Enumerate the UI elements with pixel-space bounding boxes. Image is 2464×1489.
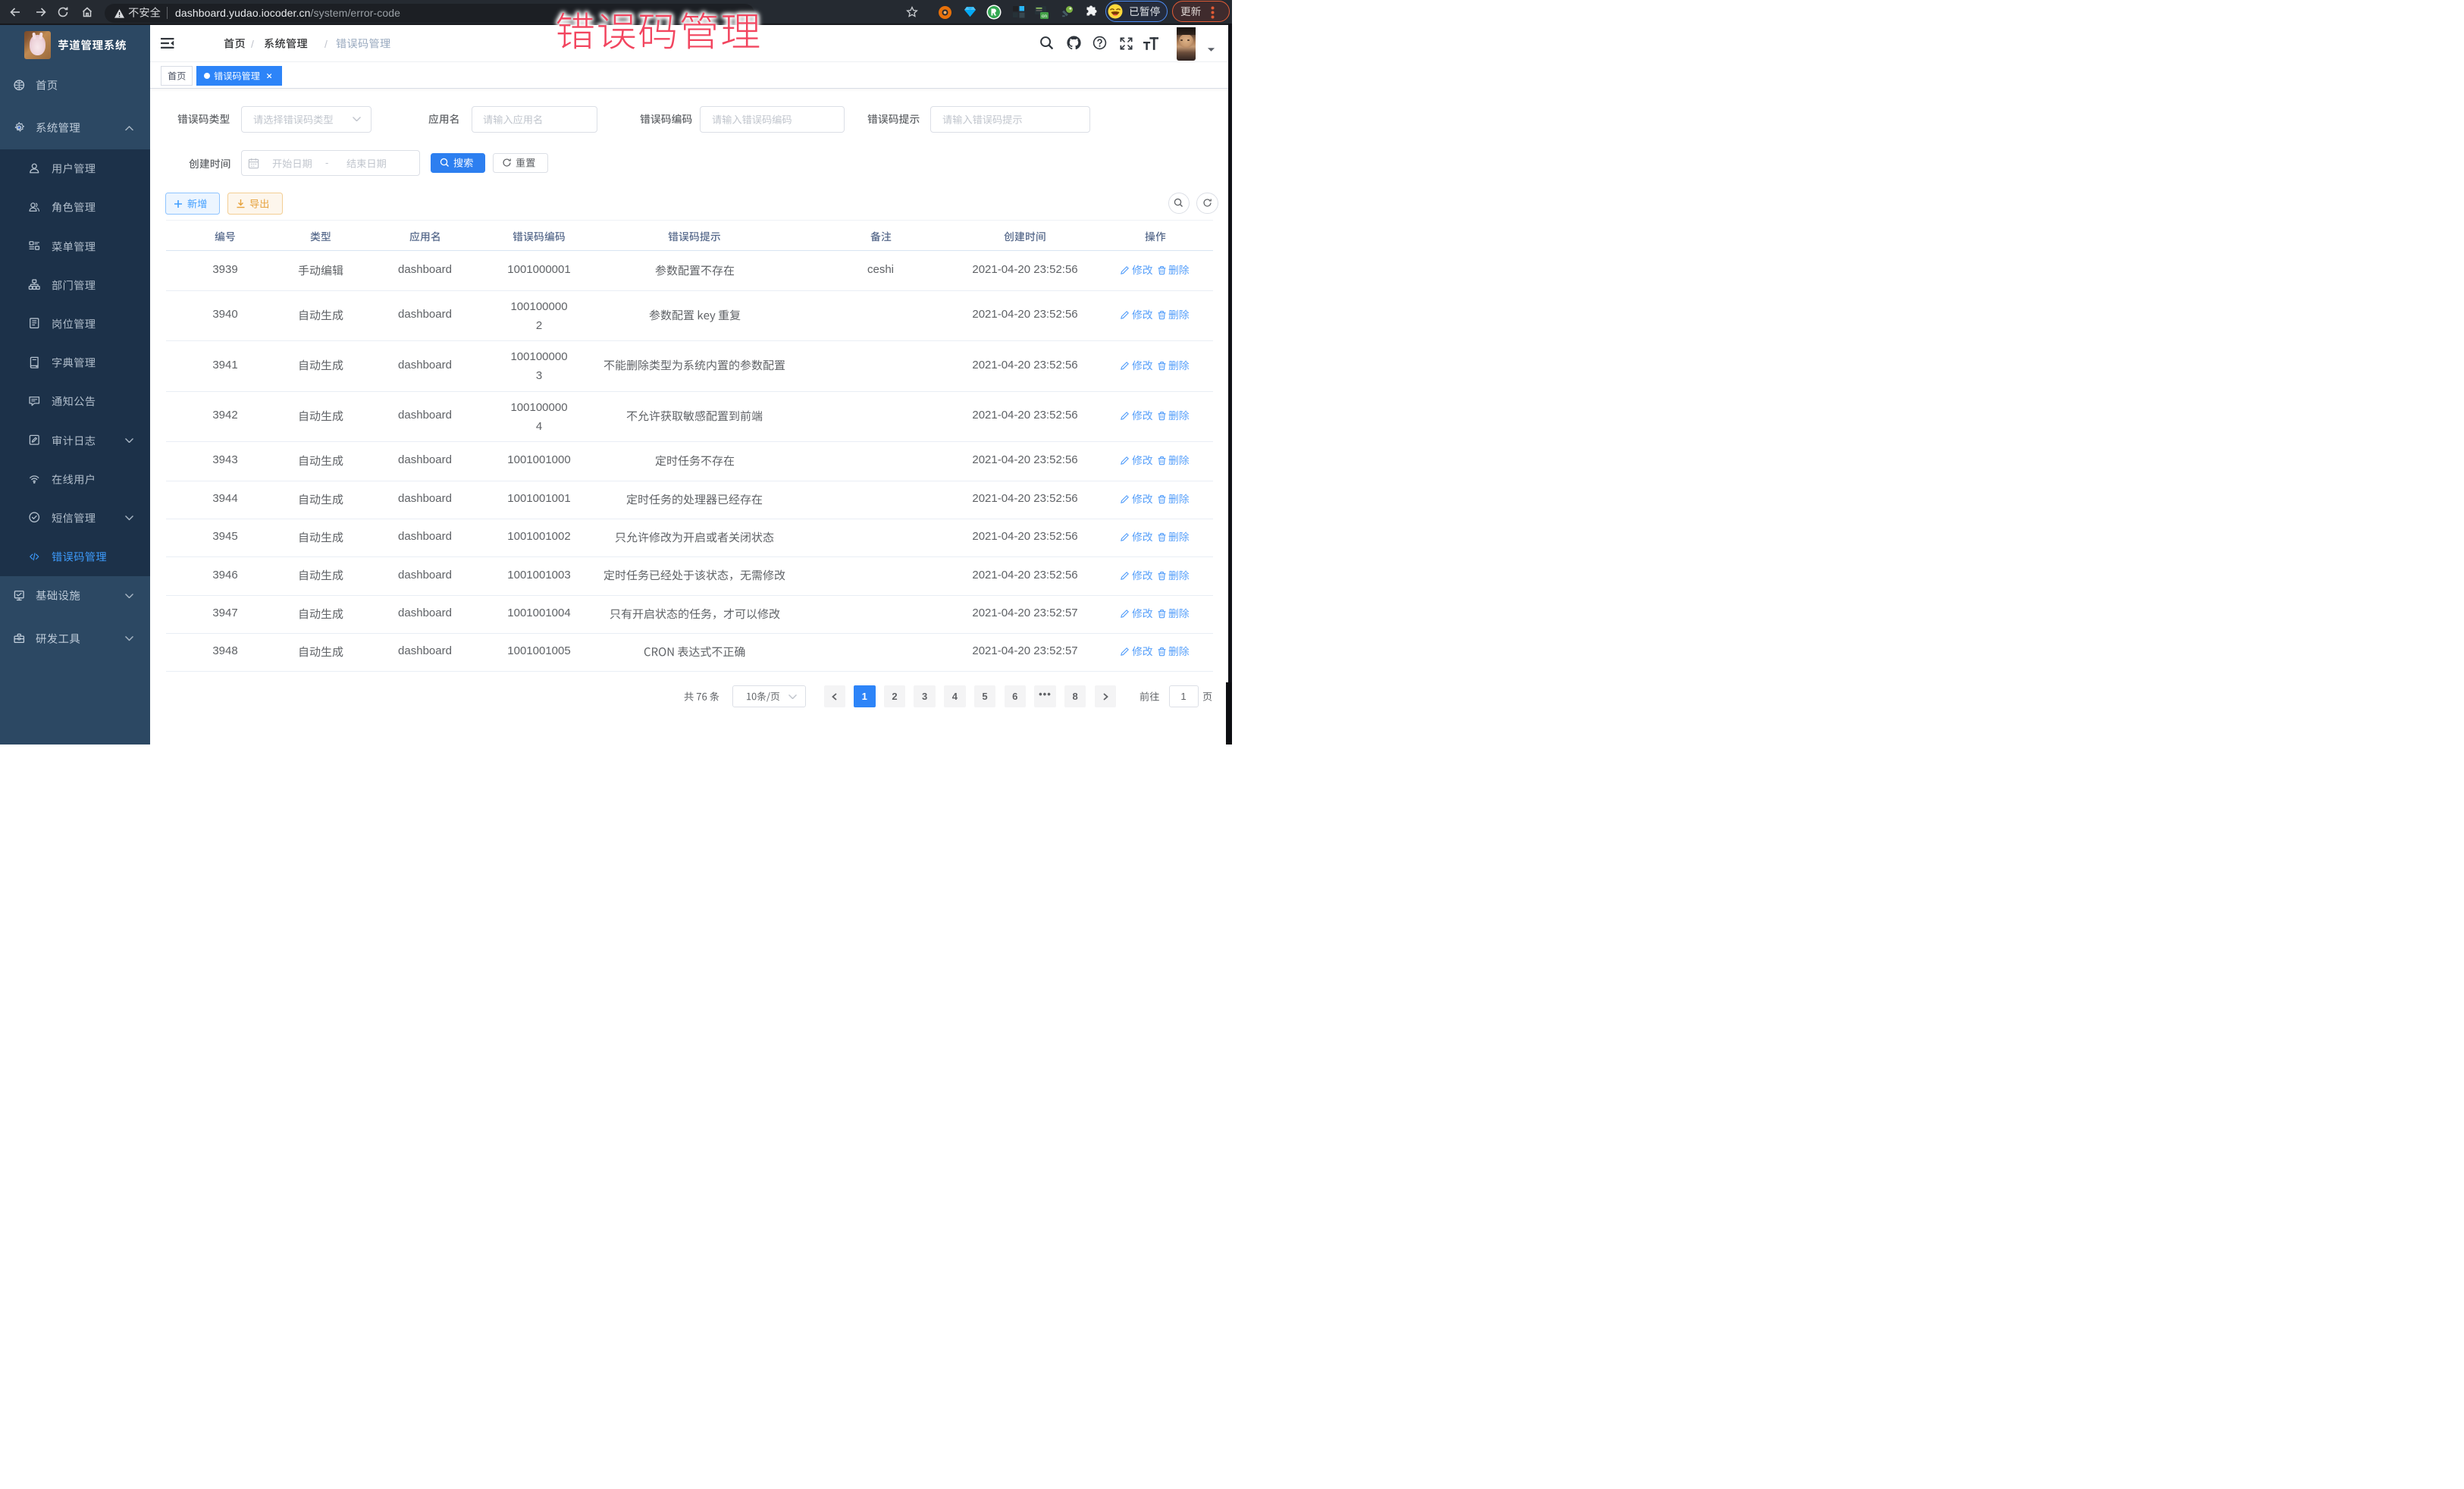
svg-text:on: on — [1042, 14, 1048, 19]
